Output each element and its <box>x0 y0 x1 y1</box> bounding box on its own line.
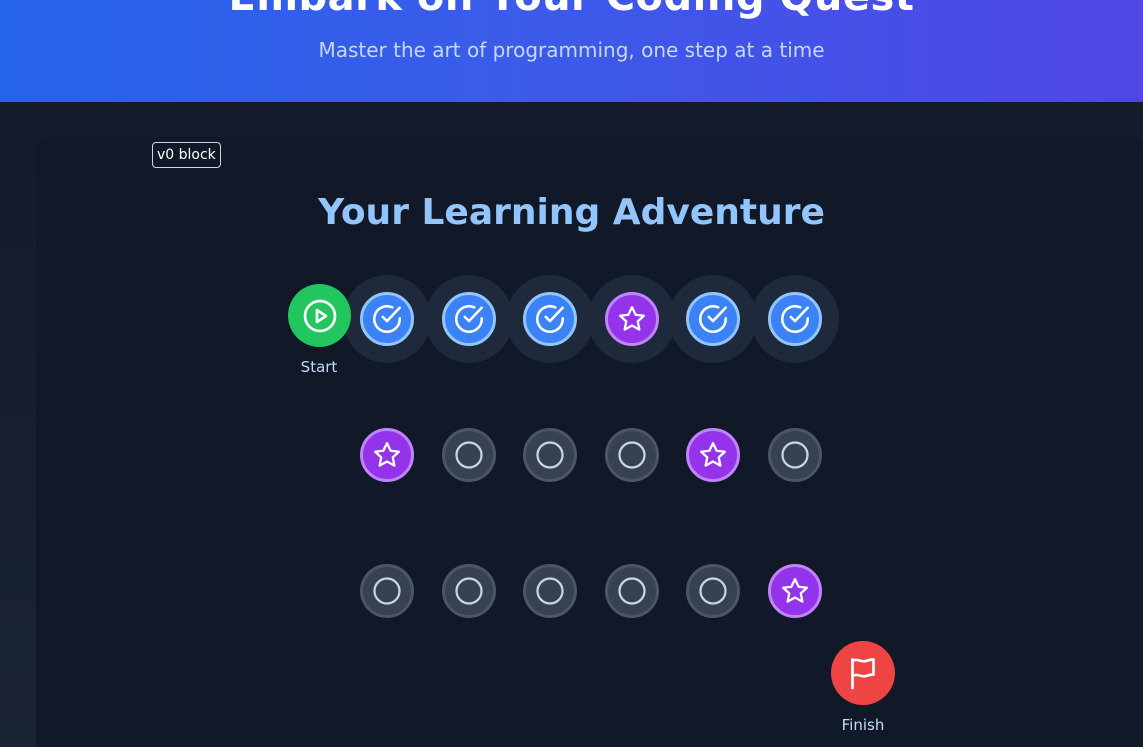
lesson-node-3-1-locked[interactable] <box>360 564 414 618</box>
check-circle-icon <box>778 302 812 336</box>
lesson-node-1-1-completed[interactable] <box>360 292 414 346</box>
circle-icon <box>372 576 402 606</box>
circle-icon <box>535 576 565 606</box>
check-circle-icon <box>370 302 404 336</box>
start-label: Start <box>300 358 338 376</box>
lesson-node-2-6-locked[interactable] <box>768 428 822 482</box>
lesson-node-2-2-locked[interactable] <box>442 428 496 482</box>
flag-icon <box>845 655 881 691</box>
adventure-title: Your Learning Adventure <box>318 192 825 233</box>
check-circle-icon <box>696 302 730 336</box>
star-icon <box>617 304 647 334</box>
star-icon <box>780 576 810 606</box>
circle-icon <box>454 440 484 470</box>
finish-node[interactable] <box>831 641 895 705</box>
check-circle-icon <box>452 302 486 336</box>
circle-icon <box>454 576 484 606</box>
star-icon <box>698 440 728 470</box>
lesson-node-2-4-locked[interactable] <box>605 428 659 482</box>
hero-banner: Embark on Your Coding Quest Master the a… <box>0 0 1143 102</box>
lesson-node-2-3-locked[interactable] <box>523 428 577 482</box>
lesson-node-2-5-milestone[interactable] <box>686 428 740 482</box>
circle-icon <box>617 576 647 606</box>
lesson-node-1-3-completed[interactable] <box>523 292 577 346</box>
circle-icon <box>535 440 565 470</box>
check-circle-icon <box>533 302 567 336</box>
lesson-node-1-6-completed[interactable] <box>768 292 822 346</box>
lesson-node-1-2-completed[interactable] <box>442 292 496 346</box>
lesson-node-1-4-milestone[interactable] <box>605 292 659 346</box>
circle-icon <box>617 440 647 470</box>
lesson-node-3-3-locked[interactable] <box>523 564 577 618</box>
star-icon <box>372 440 402 470</box>
start-node[interactable] <box>288 284 351 347</box>
lesson-node-3-5-locked[interactable] <box>686 564 740 618</box>
lesson-node-3-6-milestone[interactable] <box>768 564 822 618</box>
lesson-node-1-5-completed[interactable] <box>686 292 740 346</box>
lesson-node-3-2-locked[interactable] <box>442 564 496 618</box>
v0-block-badge[interactable]: v0 block <box>152 142 221 168</box>
circle-icon <box>698 576 728 606</box>
finish-label: Finish <box>841 716 885 734</box>
hero-subtitle: Master the art of programming, one step … <box>318 38 825 62</box>
hero-title: Embark on Your Coding Quest <box>0 0 1143 20</box>
play-circle-icon <box>302 298 338 334</box>
circle-icon <box>780 440 810 470</box>
lesson-node-3-4-locked[interactable] <box>605 564 659 618</box>
lesson-node-2-1-milestone[interactable] <box>360 428 414 482</box>
